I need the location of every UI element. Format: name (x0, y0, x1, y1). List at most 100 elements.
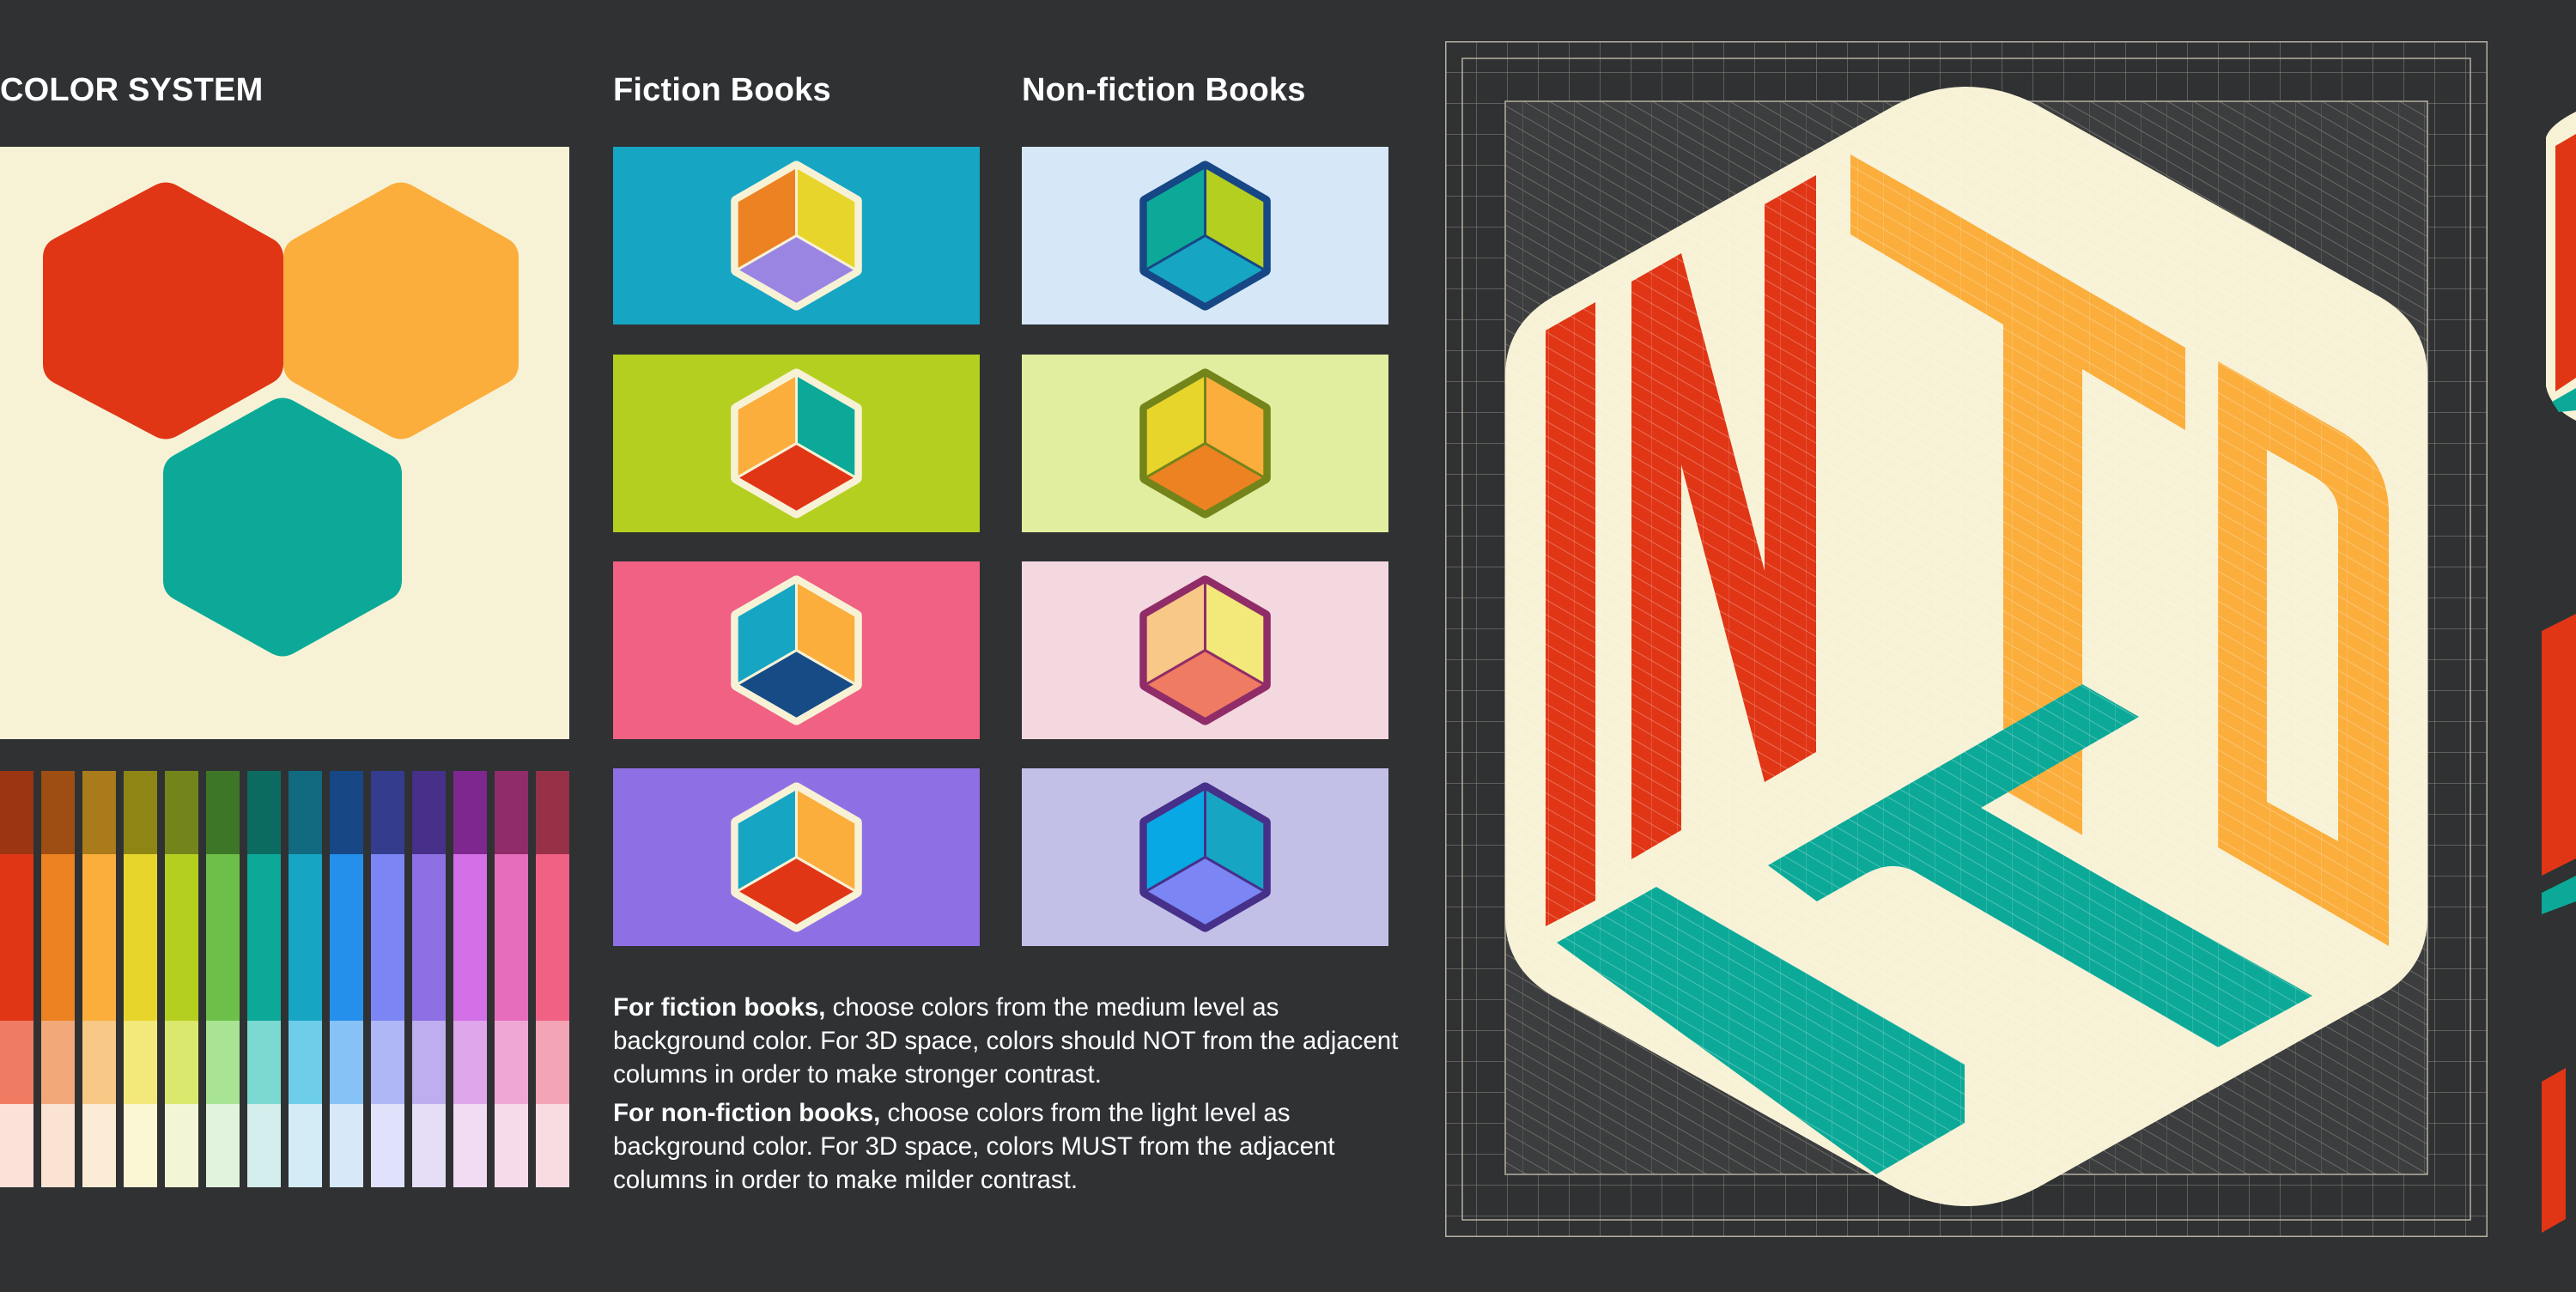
palette-swatch (536, 1104, 569, 1187)
palette-swatch (165, 1021, 198, 1104)
palette-swatch (453, 771, 487, 854)
palette-swatch (165, 854, 198, 1021)
palette-swatch (41, 771, 75, 854)
into-logo-construction (1444, 40, 2488, 1238)
palette-swatch (124, 1104, 157, 1187)
edge-logo-crops (2542, 112, 2576, 1233)
palette-swatch (371, 1104, 404, 1187)
palette-swatch (0, 1104, 33, 1187)
palette-column-10 (371, 771, 404, 1187)
palette-swatch (124, 854, 157, 1021)
palette-swatch (165, 1104, 198, 1187)
primary-hexagon-teal (163, 397, 402, 657)
palette-column-8 (289, 771, 322, 1187)
palette-swatch (82, 771, 116, 854)
palette-swatch (536, 854, 569, 1021)
primary-hexagons (43, 182, 519, 657)
palette-swatch (247, 1021, 281, 1104)
palette-column-11 (412, 771, 446, 1187)
into-logo-grid (1444, 40, 2488, 1238)
palette-swatch (453, 1021, 487, 1104)
edge-logo-red-middle (2542, 614, 2576, 876)
palette-swatch (289, 854, 322, 1021)
palette-column-5 (165, 771, 198, 1187)
primary-hexagon-red (43, 182, 283, 440)
palette-swatch (206, 1021, 240, 1104)
palette-swatch (82, 854, 116, 1021)
palette-swatch (412, 854, 446, 1021)
palette-swatch (247, 771, 281, 854)
palette-column-6 (206, 771, 240, 1187)
palette-column-4 (124, 771, 157, 1187)
fiction-swatch-2 (613, 355, 980, 532)
palette-swatch (495, 1021, 528, 1104)
nonfiction-rule: For non-fiction books, choose colors fro… (613, 1096, 1403, 1197)
nonfiction-swatch-1 (1022, 147, 1388, 325)
color-palette (0, 771, 569, 1187)
palette-swatch (41, 1021, 75, 1104)
nonfiction-swatch-3 (1022, 561, 1388, 739)
palette-swatch (330, 771, 363, 854)
primary-hexagon-orange (283, 182, 519, 440)
edge-logo-teal-middle (2542, 876, 2576, 914)
palette-swatch (41, 1104, 75, 1187)
palette-swatch (206, 854, 240, 1021)
palette-column-14 (536, 771, 569, 1187)
page-title: COLOR SYSTEM (0, 72, 264, 108)
color-rules-description: For fiction books, choose colors from th… (613, 991, 1403, 1202)
palette-column-7 (247, 771, 281, 1187)
palette-swatch (412, 1021, 446, 1104)
palette-swatch (41, 854, 75, 1021)
palette-column-9 (330, 771, 363, 1187)
palette-column-1 (0, 771, 33, 1187)
palette-swatch (165, 771, 198, 854)
fiction-rule-lead: For fiction books, (613, 993, 826, 1022)
palette-swatch (247, 854, 281, 1021)
palette-swatch (206, 771, 240, 854)
palette-swatch (206, 1104, 240, 1187)
palette-swatch (289, 1021, 322, 1104)
palette-swatch (371, 854, 404, 1021)
palette-column-2 (41, 771, 75, 1187)
palette-swatch (82, 1021, 116, 1104)
edge-logo-red-bottom (2542, 1068, 2566, 1233)
palette-swatch (371, 771, 404, 854)
palette-swatch (124, 771, 157, 854)
palette-column-13 (495, 771, 528, 1187)
fiction-swatch-3 (613, 561, 980, 739)
palette-swatch (0, 854, 33, 1021)
palette-swatch (124, 1021, 157, 1104)
nonfiction-swatch-2 (1022, 355, 1388, 532)
palette-swatch (247, 1104, 281, 1187)
palette-swatch (289, 1104, 322, 1187)
palette-column-12 (453, 771, 487, 1187)
fiction-swatch-1 (613, 147, 980, 325)
fiction-books-heading: Fiction Books (613, 72, 831, 108)
palette-swatch (536, 1021, 569, 1104)
next-panel-crop (2516, 0, 2576, 1288)
palette-swatch (536, 771, 569, 854)
palette-swatch (495, 1104, 528, 1187)
palette-swatch (453, 854, 487, 1021)
nonfiction-books-heading: Non-fiction Books (1022, 72, 1306, 108)
palette-swatch (371, 1021, 404, 1104)
palette-swatch (495, 771, 528, 854)
palette-swatch (453, 1104, 487, 1187)
nonfiction-rule-lead: For non-fiction books, (613, 1099, 881, 1127)
fiction-swatch-4 (613, 768, 980, 946)
palette-swatch (412, 1104, 446, 1187)
palette-swatch (82, 1104, 116, 1187)
palette-swatch (0, 771, 33, 854)
palette-swatch (330, 1104, 363, 1187)
fiction-rule: For fiction books, choose colors from th… (613, 991, 1403, 1091)
edge-logo-red-top (2555, 134, 2576, 391)
palette-swatch (0, 1021, 33, 1104)
primary-colors-panel (0, 147, 569, 739)
palette-column-3 (82, 771, 116, 1187)
palette-swatch (495, 854, 528, 1021)
palette-swatch (289, 771, 322, 854)
palette-swatch (330, 1021, 363, 1104)
palette-swatch (412, 771, 446, 854)
palette-swatch (330, 854, 363, 1021)
nonfiction-swatch-4 (1022, 768, 1388, 946)
